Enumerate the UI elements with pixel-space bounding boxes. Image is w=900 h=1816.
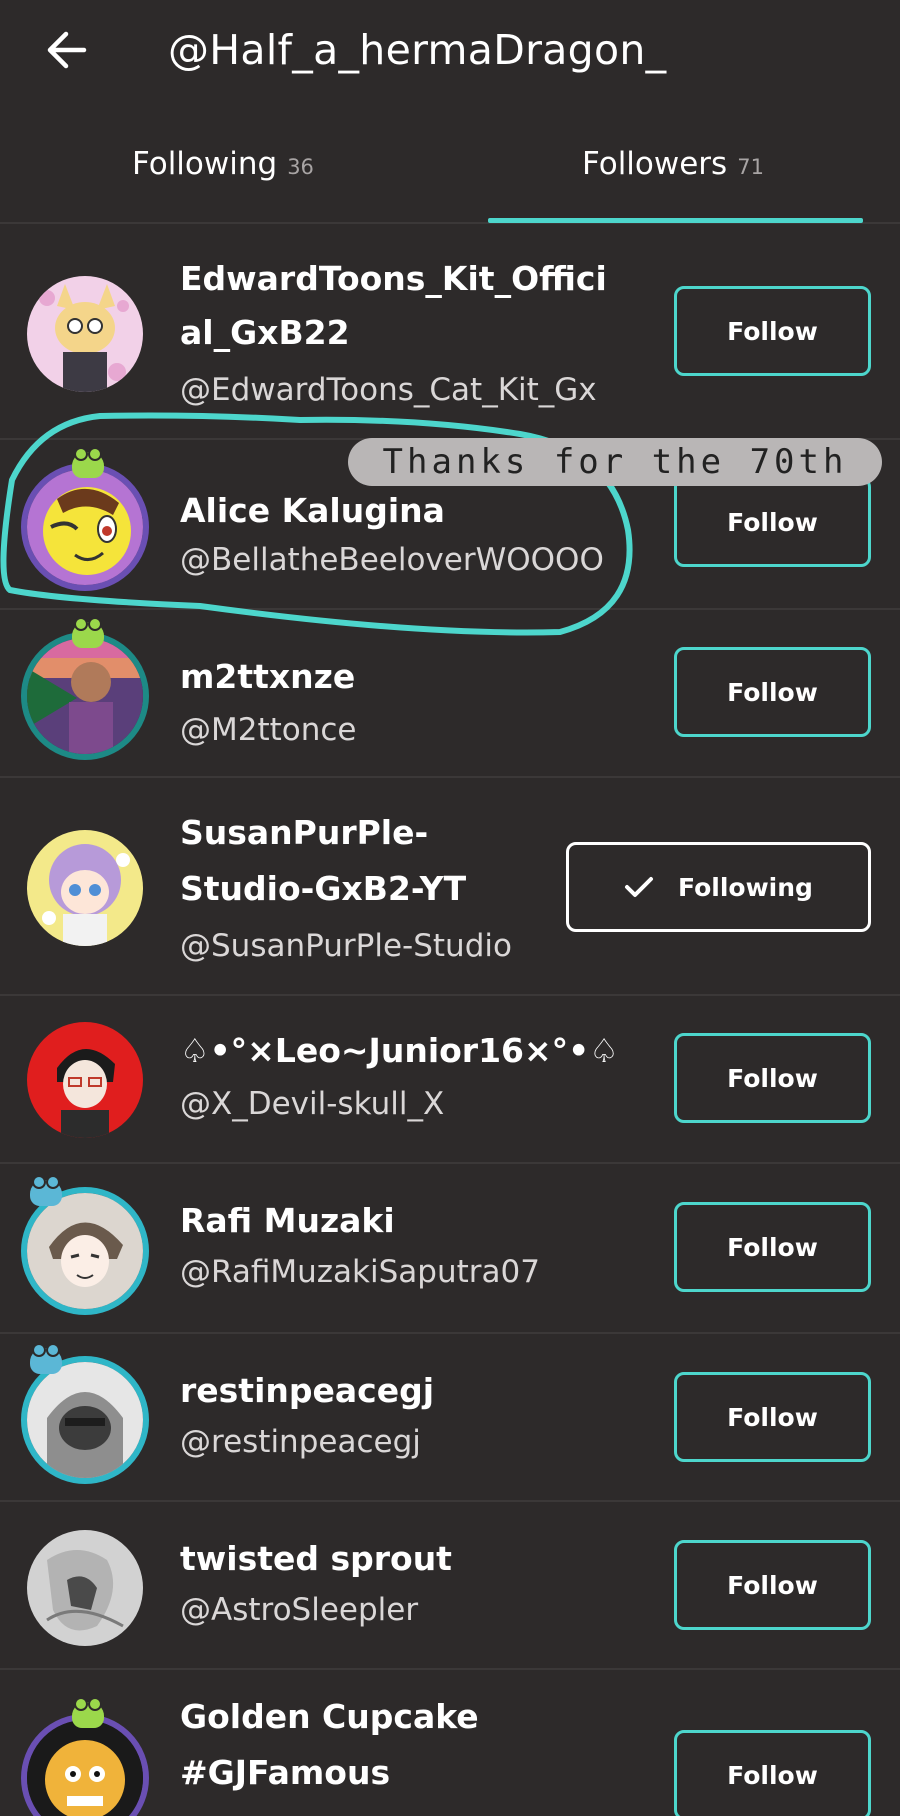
follower-display-name: ♤•°×Leo~Junior16×°•♤ — [180, 1031, 619, 1070]
follow-button[interactable]: Follow — [674, 1540, 871, 1630]
list-item[interactable]: ♤•°×Leo~Junior16×°•♤ @X_Devil-skull_X Fo… — [0, 996, 900, 1164]
tab-followers[interactable]: Followers 71 — [582, 146, 764, 196]
tab-following-label: Following — [132, 146, 278, 182]
cat-character-avatar-icon — [27, 276, 143, 392]
list-item[interactable]: EdwardToons_Kit_Offici al_GxB22 @EdwardT… — [0, 226, 900, 440]
anime-boy-avatar-icon — [27, 1193, 143, 1309]
purple-hair-character-avatar-icon — [27, 830, 143, 946]
screen: @Half_a_hermaDragon_ Following 36 Follow… — [0, 0, 900, 1816]
avatar[interactable] — [27, 830, 143, 946]
following-button[interactable]: Following — [566, 842, 871, 932]
follower-display-name: twisted sprout — [180, 1539, 452, 1578]
follower-handle: @RafiMuzakiSaputra07 — [180, 1254, 540, 1290]
avatar[interactable] — [27, 1022, 143, 1138]
follower-display-name: restinpeacegj — [180, 1371, 435, 1410]
bee-character-avatar-icon — [27, 469, 143, 585]
tab-bar: Following 36 Followers 71 — [0, 120, 900, 224]
follower-display-name-line2: al_GxB22 — [180, 313, 350, 352]
avatar[interactable] — [27, 1530, 143, 1646]
pride-flag-avatar-icon — [27, 638, 143, 754]
tab-followers-count: 71 — [737, 155, 764, 179]
list-item[interactable]: Golden Cupcake #GJFamous Follow — [0, 1670, 900, 1816]
avatar[interactable] — [27, 469, 143, 585]
follower-handle: @BellatheBeeloverWOOOO — [180, 542, 604, 578]
checkmark-icon — [624, 875, 654, 899]
follower-handle: @X_Devil-skull_X — [180, 1086, 445, 1122]
tech-badge-icon — [30, 1343, 62, 1374]
follow-button[interactable]: Follow — [674, 286, 871, 376]
avatar[interactable] — [27, 1193, 143, 1309]
follower-handle: @EdwardToons_Cat_Kit_Gx — [180, 372, 597, 408]
follower-display-name: Alice Kalugina — [180, 491, 445, 530]
tab-following-count: 36 — [287, 155, 314, 179]
follower-display-name: Rafi Muzaki — [180, 1201, 395, 1240]
follower-handle: @M2ttonce — [180, 712, 357, 748]
follow-button[interactable]: Follow — [674, 1372, 871, 1462]
avatar[interactable] — [27, 638, 143, 754]
back-arrow-icon — [47, 31, 87, 69]
frog-badge-icon — [72, 447, 104, 478]
list-item[interactable]: Rafi Muzaki @RafiMuzakiSaputra07 Follow — [0, 1164, 900, 1334]
follow-button[interactable]: Follow — [674, 1730, 871, 1816]
list-item[interactable]: m2ttxnze @M2ttonce Follow — [0, 610, 900, 778]
avatar[interactable] — [27, 276, 143, 392]
list-item[interactable]: SusanPurPle- Studio-GxB2-YT @SusanPurPle… — [0, 778, 900, 996]
red-background-character-avatar-icon — [27, 1022, 143, 1138]
follower-display-name: EdwardToons_Kit_Offici — [180, 259, 607, 298]
follower-display-name-line2: #GJFamous — [180, 1753, 391, 1792]
top-bar: @Half_a_hermaDragon_ — [0, 0, 900, 100]
page-title: @Half_a_hermaDragon_ — [168, 26, 667, 74]
follower-handle: @SusanPurPle-Studio — [180, 928, 512, 964]
follow-button[interactable]: Follow — [674, 647, 871, 737]
frog-badge-icon — [72, 1697, 104, 1728]
follower-handle: @restinpeacegj — [180, 1424, 421, 1460]
frog-badge-icon — [72, 617, 104, 648]
active-tab-indicator — [488, 218, 863, 223]
follow-button[interactable]: Follow — [674, 1033, 871, 1123]
tab-following[interactable]: Following 36 — [132, 146, 314, 196]
follower-handle: @AstroSleepler — [180, 1592, 419, 1628]
tech-badge-icon — [30, 1175, 62, 1206]
tab-followers-label: Followers — [582, 146, 728, 182]
list-item[interactable]: restinpeacegj @restinpeacegj Follow — [0, 1334, 900, 1502]
follow-button[interactable]: Follow — [674, 477, 871, 567]
avatar[interactable] — [27, 1362, 143, 1478]
following-button-label: Following — [678, 872, 813, 902]
list-item[interactable]: twisted sprout @AstroSleepler Follow — [0, 1502, 900, 1670]
follower-display-name: Golden Cupcake — [180, 1697, 479, 1736]
sketch-drawing-avatar-icon — [27, 1530, 143, 1646]
hooded-figure-avatar-icon — [27, 1362, 143, 1478]
follow-button[interactable]: Follow — [674, 1202, 871, 1292]
back-button[interactable] — [38, 22, 94, 78]
follower-display-name: m2ttxnze — [180, 657, 356, 696]
thanks-text-sticker: Thanks for the 70th — [348, 438, 882, 486]
